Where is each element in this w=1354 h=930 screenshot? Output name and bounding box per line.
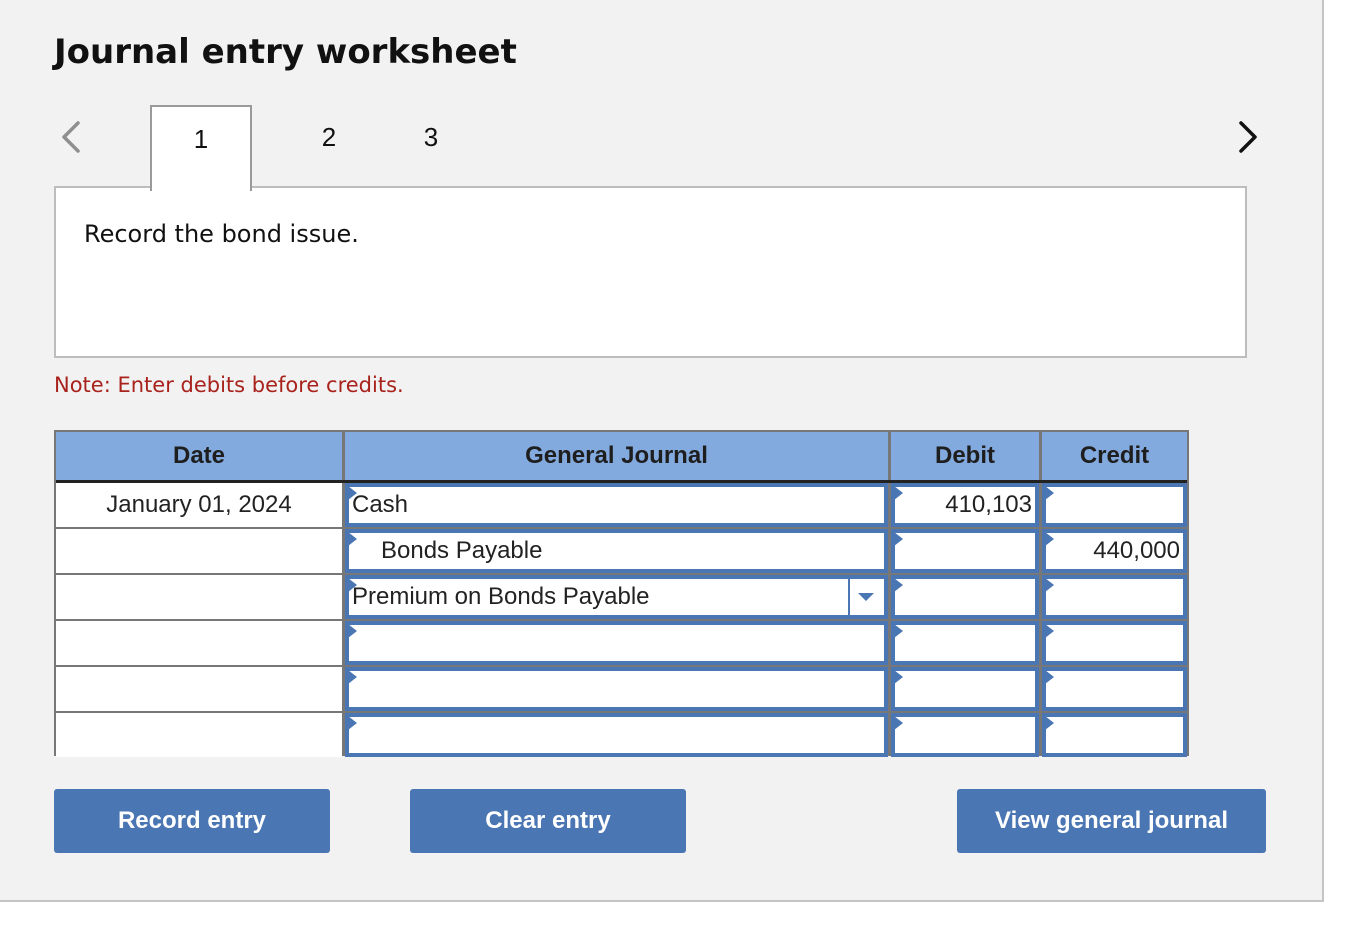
- table-row: [56, 667, 1187, 711]
- table-row: Bonds Payable 440,000: [56, 529, 1187, 573]
- journal-table: Date General Journal Debit Credit Januar…: [54, 430, 1189, 757]
- account-input[interactable]: Cash: [345, 483, 888, 527]
- table-row: Premium on Bonds Payable: [56, 575, 1187, 619]
- cell-marker-icon: [349, 717, 357, 730]
- note-text: Note: Enter debits before credits.: [54, 373, 404, 397]
- debit-input[interactable]: [891, 667, 1039, 711]
- cell-marker-icon: [1046, 717, 1054, 730]
- account-input[interactable]: [345, 621, 888, 665]
- cell-marker-icon: [895, 717, 903, 730]
- date-cell[interactable]: January 01, 2024: [56, 483, 342, 527]
- date-cell[interactable]: [56, 621, 342, 665]
- cell-marker-icon: [895, 533, 903, 546]
- account-value: Premium on Bonds Payable: [352, 583, 650, 610]
- record-entry-button[interactable]: Record entry: [54, 789, 330, 853]
- cell-marker-icon: [349, 533, 357, 546]
- debit-input[interactable]: [891, 529, 1039, 573]
- cell-marker-icon: [1046, 533, 1054, 546]
- credit-input[interactable]: 440,000: [1042, 529, 1187, 573]
- clear-entry-button[interactable]: Clear entry: [410, 789, 686, 853]
- credit-value: 440,000: [1093, 537, 1180, 564]
- worksheet-panel: Journal entry worksheet 1 2 3 Record the…: [0, 0, 1324, 902]
- table-row: [56, 621, 1187, 665]
- cell-marker-icon: [349, 625, 357, 638]
- account-input[interactable]: [345, 667, 888, 711]
- cell-marker-icon: [349, 671, 357, 684]
- table-row: [56, 713, 1187, 757]
- cell-marker-icon: [349, 487, 357, 500]
- cell-marker-icon: [1046, 487, 1054, 500]
- credit-input[interactable]: [1042, 713, 1187, 757]
- debit-value: 410,103: [945, 491, 1032, 518]
- view-general-journal-button[interactable]: View general journal: [957, 789, 1266, 853]
- cell-marker-icon: [895, 487, 903, 500]
- account-select[interactable]: Premium on Bonds Payable: [345, 575, 888, 619]
- prev-button[interactable]: [58, 120, 84, 154]
- debit-input[interactable]: 410,103: [891, 483, 1039, 527]
- date-cell[interactable]: [56, 575, 342, 619]
- account-input[interactable]: Bonds Payable: [345, 529, 888, 573]
- debit-input[interactable]: [891, 621, 1039, 665]
- cell-marker-icon: [895, 579, 903, 592]
- account-input[interactable]: [345, 713, 888, 757]
- next-button[interactable]: [1236, 120, 1262, 154]
- cell-marker-icon: [895, 671, 903, 684]
- instruction-text: Record the bond issue.: [84, 220, 359, 248]
- debit-input[interactable]: [891, 713, 1039, 757]
- cell-marker-icon: [1046, 579, 1054, 592]
- credit-input[interactable]: [1042, 667, 1187, 711]
- cell-marker-icon: [349, 579, 357, 592]
- tab-3[interactable]: 3: [382, 105, 480, 187]
- account-value: Cash: [352, 491, 409, 518]
- column-header-credit: Credit: [1042, 432, 1187, 480]
- dropdown-button[interactable]: [848, 579, 884, 615]
- credit-input[interactable]: [1042, 575, 1187, 619]
- column-header-date: Date: [56, 432, 342, 480]
- debit-input[interactable]: [891, 575, 1039, 619]
- cell-marker-icon: [1046, 671, 1054, 684]
- credit-input[interactable]: [1042, 621, 1187, 665]
- date-cell[interactable]: [56, 529, 342, 573]
- chevron-left-icon: [62, 121, 80, 153]
- credit-input[interactable]: [1042, 483, 1187, 527]
- caret-down-icon: [858, 593, 874, 601]
- table-row: January 01, 2024 Cash 410,103: [56, 483, 1187, 527]
- tab-1[interactable]: 1: [150, 105, 252, 191]
- date-cell[interactable]: [56, 713, 342, 757]
- page-title: Journal entry worksheet: [54, 32, 517, 72]
- tab-2[interactable]: 2: [280, 105, 378, 187]
- instruction-box: Record the bond issue.: [54, 186, 1247, 358]
- date-cell[interactable]: [56, 667, 342, 711]
- column-header-general-journal: General Journal: [345, 432, 888, 480]
- cell-marker-icon: [895, 625, 903, 638]
- account-value: Bonds Payable: [381, 537, 543, 564]
- cell-marker-icon: [1046, 625, 1054, 638]
- column-header-debit: Debit: [891, 432, 1039, 480]
- chevron-right-icon: [1239, 121, 1257, 153]
